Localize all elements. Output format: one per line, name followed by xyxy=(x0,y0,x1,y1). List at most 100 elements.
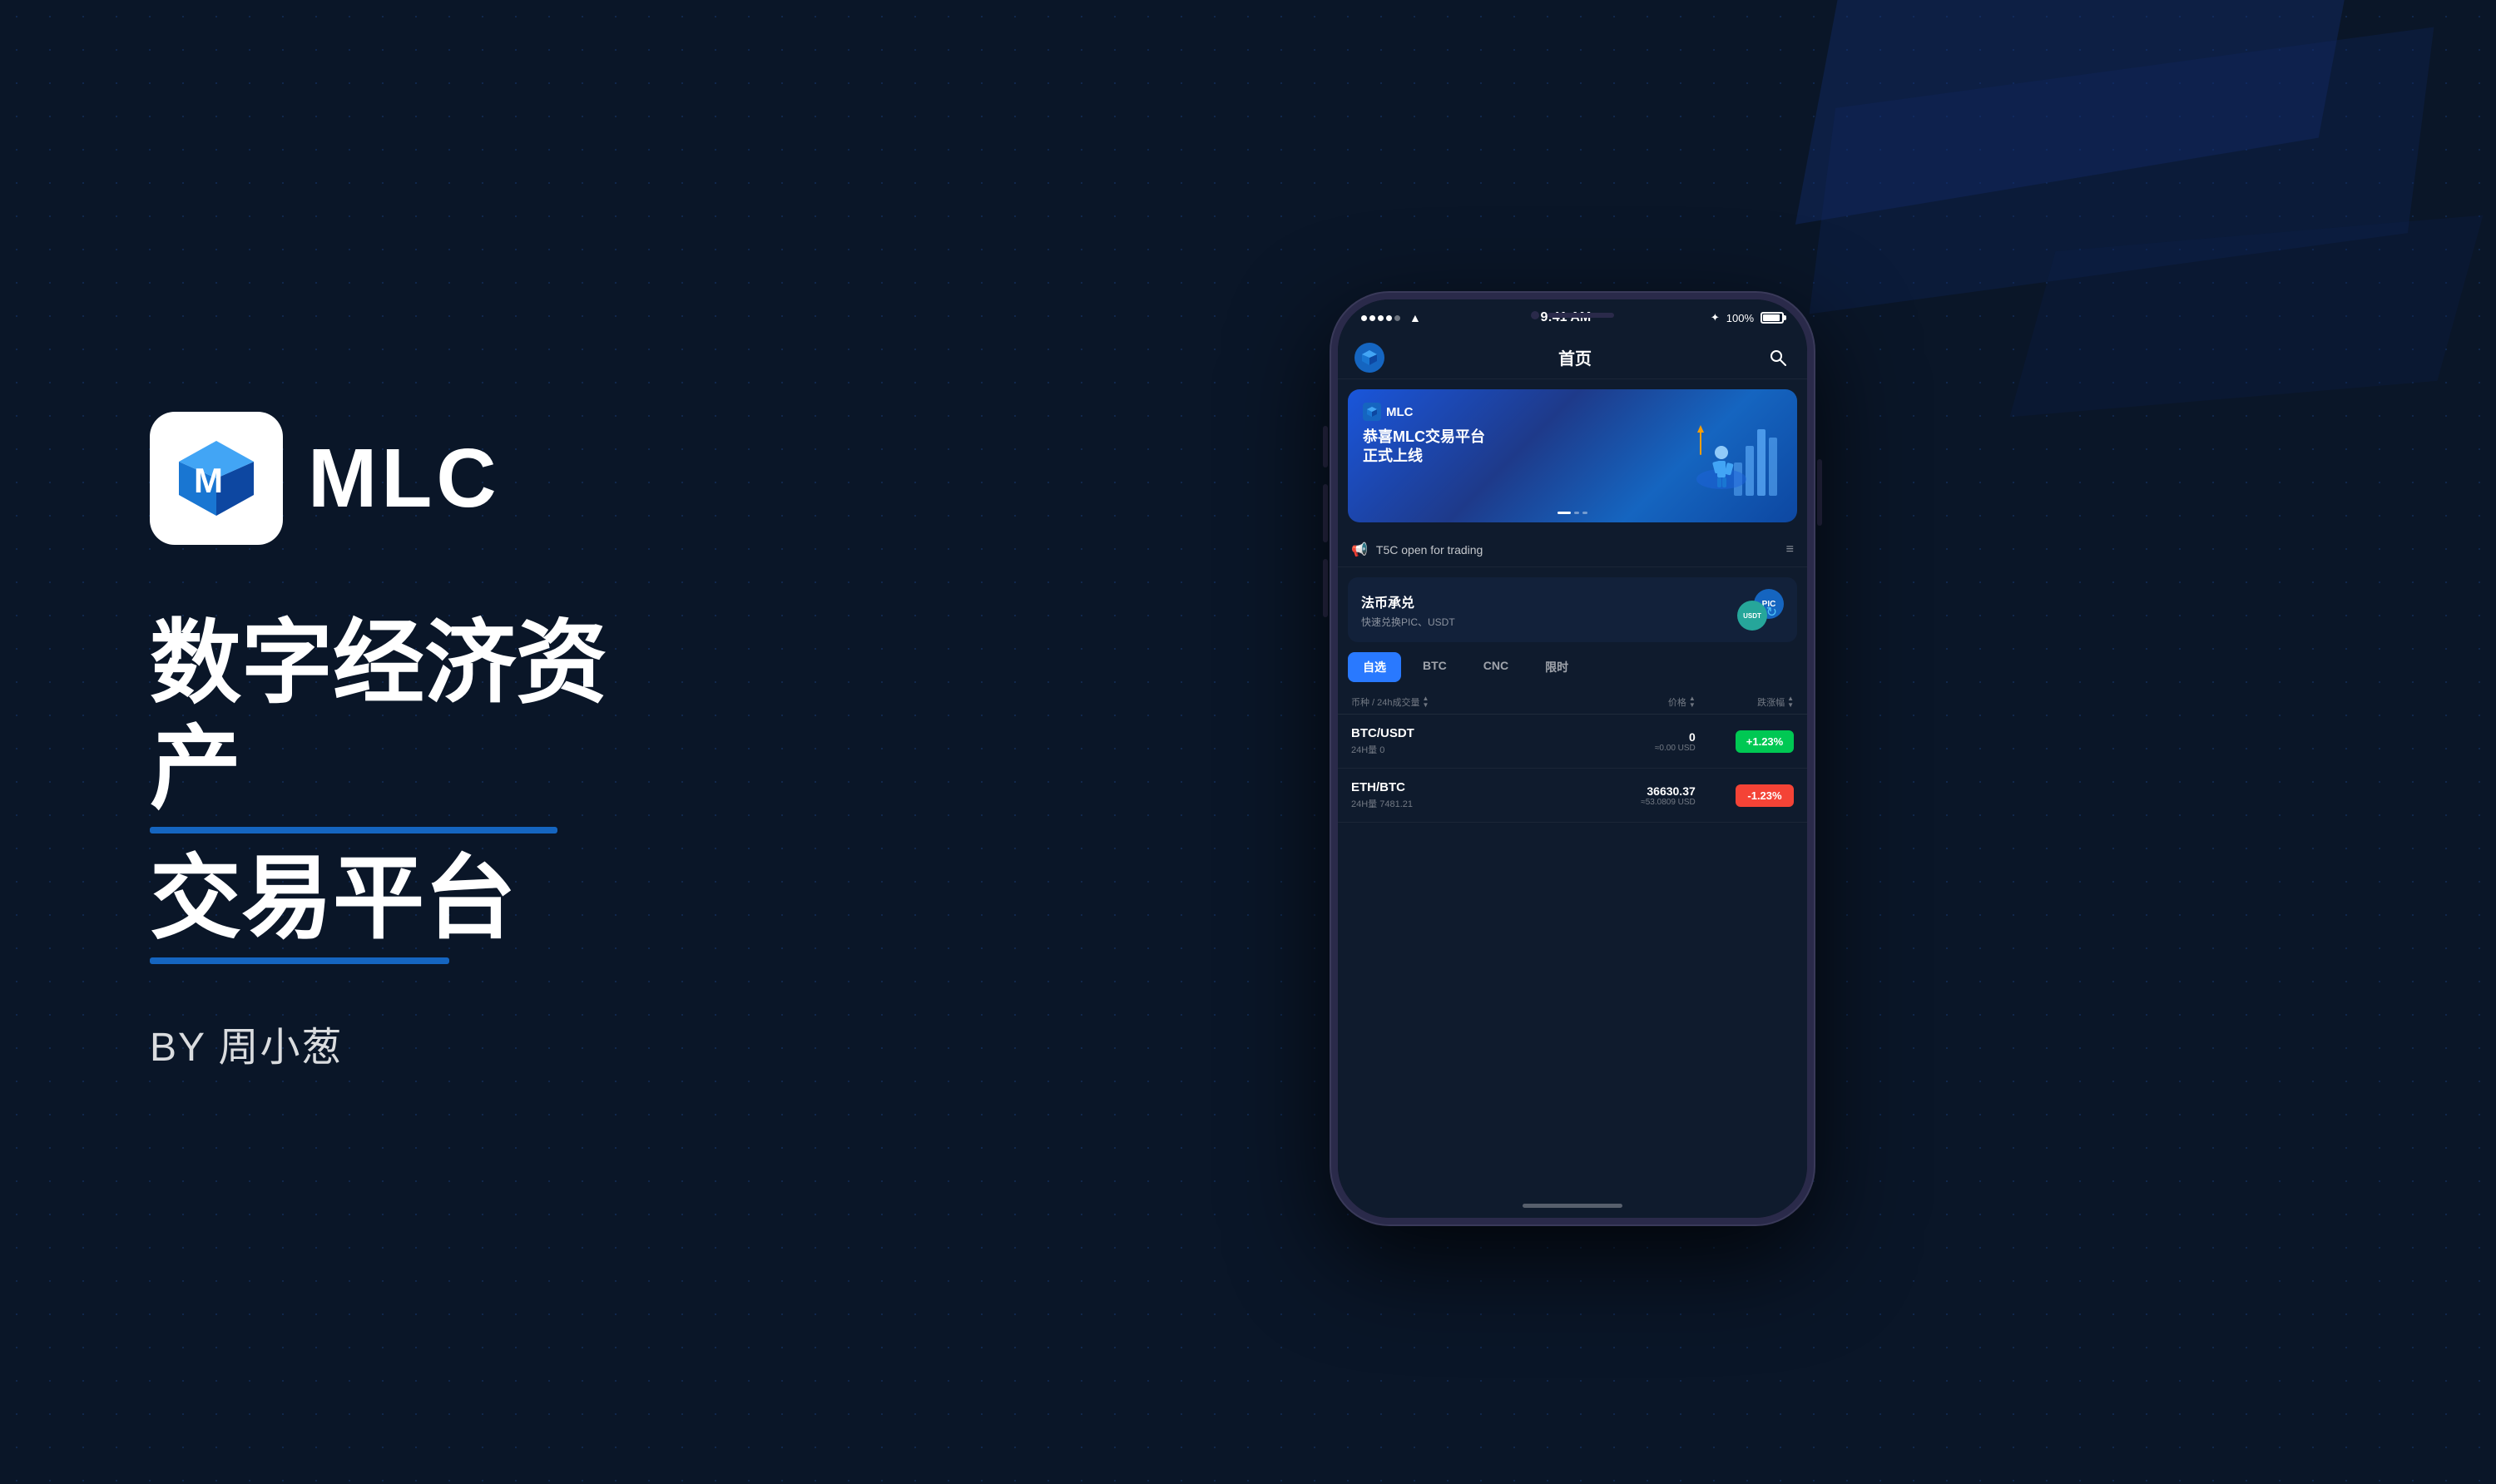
battery-percent: 100% xyxy=(1726,312,1754,324)
banner-dot-active xyxy=(1558,512,1571,514)
row-pair-btcusdt: BTC/USDT xyxy=(1351,726,1572,740)
th-pair: 币种 / 24h成交量 ▲▼ xyxy=(1351,695,1572,709)
app-header: 首页 xyxy=(1338,336,1807,379)
volume-label-eth: 24H量 xyxy=(1351,799,1377,809)
banner-logo-svg xyxy=(1366,406,1378,418)
banner-figure-svg xyxy=(1684,396,1784,512)
banner-badge: MLC xyxy=(1363,403,1414,421)
banner-mlc-label: MLC xyxy=(1386,405,1414,419)
th-change-label: 跌涨幅 xyxy=(1757,695,1785,709)
tab-cnc-label: CNC xyxy=(1483,659,1508,672)
signal-dot-3 xyxy=(1378,315,1384,321)
search-icon xyxy=(1769,349,1787,367)
ticker-icon: 📢 xyxy=(1351,542,1368,558)
title-line2: 交易平台 xyxy=(150,847,649,952)
mlc-logo-icon: M xyxy=(171,433,262,524)
phone-outer-frame: ▲ 9:41 AM ✦ 100% xyxy=(1331,293,1814,1224)
change-badge-btcusdt: +1.23% xyxy=(1736,730,1794,753)
logo-text: MLC xyxy=(308,431,501,527)
phone-screen: ▲ 9:41 AM ✦ 100% xyxy=(1338,299,1807,1218)
app-logo[interactable] xyxy=(1354,343,1384,373)
right-panel: ▲ 9:41 AM ✦ 100% xyxy=(649,0,2496,1484)
screen-content: MLC 恭喜MLC交易平台 正式上线 xyxy=(1338,379,1807,1218)
tab-zixuan-label: 自选 xyxy=(1363,660,1386,674)
tab-cnc[interactable]: CNC xyxy=(1468,652,1523,682)
title-section: 数字经济资产 交易平台 xyxy=(150,611,649,964)
banner-logo-icon xyxy=(1363,403,1381,421)
status-battery: ✦ 100% xyxy=(1711,311,1784,324)
search-button[interactable] xyxy=(1766,345,1790,370)
fabi-section[interactable]: 法币承兑 快速兑换PIC、USDT PIC USDT ↻ xyxy=(1348,577,1797,642)
title-line1: 数字经济资产 xyxy=(150,611,649,822)
tab-zixuan[interactable]: 自选 xyxy=(1348,652,1401,682)
signal-dot-4 xyxy=(1386,315,1392,321)
row-price-btcusdt: 0 xyxy=(1572,730,1696,744)
title-underline-2 xyxy=(150,957,449,964)
ticker-text: T5C open for trading xyxy=(1376,543,1778,556)
signal-dots xyxy=(1361,315,1400,321)
table-row[interactable]: BTC/USDT 24H量 0 0 ≈0.00 USD +1.23% xyxy=(1338,715,1807,769)
tab-limited-label: 限时 xyxy=(1545,660,1568,674)
volume-down-button xyxy=(1323,559,1328,617)
row-left-ethbtc: ETH/BTC 24H量 7481.21 xyxy=(1351,780,1572,810)
row-left-btcusdt: BTC/USDT 24H量 0 xyxy=(1351,726,1572,756)
table-row[interactable]: ETH/BTC 24H量 7481.21 36630.37 ≈53.0809 U… xyxy=(1338,769,1807,823)
row-volume-ethbtc: 24H量 7481.21 xyxy=(1351,797,1572,810)
sort-arrows-change[interactable]: ▲▼ xyxy=(1787,695,1794,709)
banner-title-line1: 恭喜MLC交易平台 xyxy=(1363,428,1485,445)
volume-up-button xyxy=(1323,484,1328,542)
table-header: 币种 / 24h成交量 ▲▼ 价格 ▲▼ 跌涨幅 ▲▼ xyxy=(1338,690,1807,715)
wifi-icon: ▲ xyxy=(1409,311,1421,324)
app-header-title: 首页 xyxy=(1558,345,1592,369)
volume-value-eth: 7481.21 xyxy=(1379,799,1413,809)
fabi-subtitle: 快速兑换PIC、USDT xyxy=(1361,615,1455,629)
signal-dot-2 xyxy=(1369,315,1375,321)
exchange-arrow: ↻ xyxy=(1766,604,1777,621)
logo-container: M MLC xyxy=(150,412,649,545)
banner-decoration xyxy=(1684,396,1784,517)
banner-dots xyxy=(1558,512,1587,514)
banner-dot-1 xyxy=(1574,512,1579,514)
row-change-ethbtc: -1.23% xyxy=(1696,784,1794,807)
volume-label: 24H量 xyxy=(1351,745,1377,755)
app-logo-svg xyxy=(1360,349,1379,367)
th-change: 跌涨幅 ▲▼ xyxy=(1696,695,1794,709)
sort-arrows-price[interactable]: ▲▼ xyxy=(1689,695,1696,709)
volume-value: 0 xyxy=(1379,745,1384,755)
fabi-title: 法币承兑 xyxy=(1361,591,1455,611)
row-price-col-btcusdt: 0 ≈0.00 USD xyxy=(1572,730,1696,753)
row-pair-ethbtc: ETH/BTC xyxy=(1351,780,1572,794)
market-tab-bar: 自选 BTC CNC 限时 xyxy=(1338,652,1807,682)
th-price: 价格 ▲▼ xyxy=(1572,695,1696,709)
row-volume-btcusdt: 24H量 0 xyxy=(1351,743,1572,756)
th-pair-label: 币种 / 24h成交量 xyxy=(1351,695,1420,709)
bluetooth-icon: ✦ xyxy=(1711,311,1720,324)
ticker-menu-icon[interactable]: ≡ xyxy=(1786,542,1794,557)
battery-icon xyxy=(1761,312,1784,324)
tab-limited[interactable]: 限时 xyxy=(1530,652,1583,682)
usdt-coin: USDT xyxy=(1737,601,1767,631)
row-change-btcusdt: +1.23% xyxy=(1696,730,1794,753)
phone-mockup: ▲ 9:41 AM ✦ 100% xyxy=(1331,293,1814,1224)
sort-arrows-pair[interactable]: ▲▼ xyxy=(1423,695,1429,709)
row-price-ethbtc: 36630.37 xyxy=(1572,784,1696,798)
change-badge-ethbtc: -1.23% xyxy=(1736,784,1794,807)
by-line: BY 周小葱 xyxy=(150,1014,649,1072)
row-price-col-ethbtc: 36630.37 ≈53.0809 USD xyxy=(1572,784,1696,807)
fabi-info: 法币承兑 快速兑换PIC、USDT xyxy=(1361,591,1455,629)
banner-dot-2 xyxy=(1582,512,1587,514)
phone-camera-area xyxy=(1531,311,1614,319)
fabi-coins-decoration: PIC USDT ↻ xyxy=(1717,589,1784,631)
speaker-bar xyxy=(1548,313,1614,318)
camera-dot xyxy=(1531,311,1539,319)
logo-box: M xyxy=(150,412,283,545)
status-signal: ▲ xyxy=(1361,311,1421,324)
battery-fill xyxy=(1763,314,1780,321)
banner-title-line2: 正式上线 xyxy=(1363,448,1423,464)
phone-home-bar xyxy=(1523,1204,1622,1208)
main-banner[interactable]: MLC 恭喜MLC交易平台 正式上线 xyxy=(1348,389,1797,522)
left-panel: M MLC 数字经济资产 交易平台 BY 周小葱 xyxy=(0,0,649,1484)
tab-btc[interactable]: BTC xyxy=(1408,652,1462,682)
fabi-coins-area: PIC USDT ↻ xyxy=(1717,589,1784,631)
banner-title: 恭喜MLC交易平台 正式上线 xyxy=(1363,428,1485,467)
